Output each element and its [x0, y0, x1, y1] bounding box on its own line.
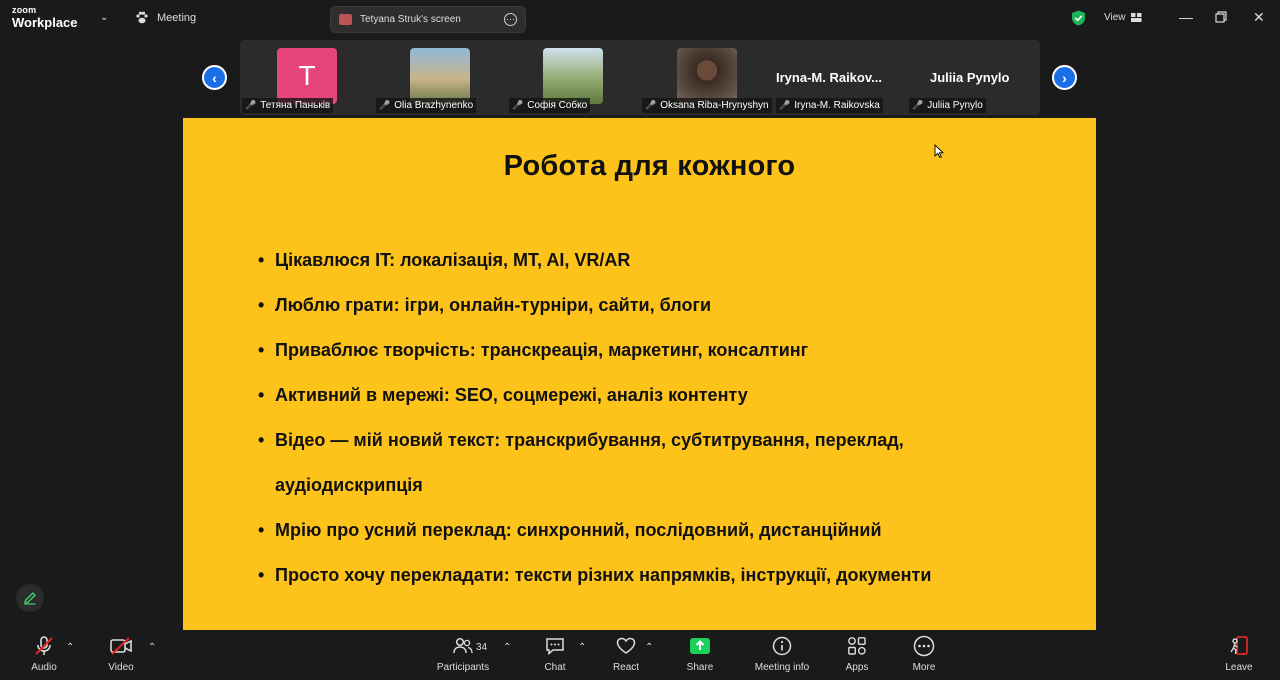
screen-share-banner[interactable]: Tetyana Struk's screen ···	[330, 6, 526, 33]
slide-bullet: Приваблює творчість: транскреація, марке…	[258, 328, 1048, 373]
chat-label: Chat	[544, 662, 566, 673]
logo-line1: zoom	[12, 5, 37, 15]
participant-label: 🎤 Тетяна Паньків	[242, 98, 334, 113]
participants-label: Participants	[436, 662, 490, 673]
participant-gallery: T Iryna-M. Raikov... Juliia Pynylo 🎤 Тет…	[240, 40, 1040, 115]
more-label: More	[912, 662, 936, 673]
participant-video[interactable]	[410, 48, 470, 104]
slide-bullet: Люблю грати: ігри, онлайн-турніри, сайти…	[258, 283, 1048, 328]
shared-slide: Робота для кожного Цікавлюся IT: локаліз…	[183, 118, 1096, 630]
leave-button[interactable]: Leave	[1219, 632, 1259, 680]
participants-count: 34	[476, 642, 488, 653]
meeting-info-button[interactable]: Meeting info	[750, 632, 814, 680]
pencil-icon	[24, 592, 36, 605]
avatar-initial: T	[298, 60, 316, 91]
share-button[interactable]: Share	[680, 632, 720, 680]
audio-label: Audio	[31, 662, 57, 673]
participant-video[interactable]	[677, 48, 737, 104]
participant-label: 🎤 Olia Brazhynenko	[376, 98, 477, 113]
paw-icon	[136, 11, 148, 24]
meeting-menu[interactable]: Meeting	[135, 11, 196, 24]
participant-name: Софія Собко	[527, 100, 588, 111]
participant-label: 🎤 Oksana Riba-Hrynyshyn	[642, 98, 772, 113]
muted-mic-icon: 🎤	[245, 100, 257, 110]
view-label: View	[1104, 12, 1126, 23]
video-off-icon	[110, 637, 132, 655]
share-banner-text: Tetyana Struk's screen	[360, 14, 461, 25]
annotate-button[interactable]	[16, 584, 44, 612]
view-button[interactable]: View	[1104, 12, 1142, 23]
muted-mic-icon: 🎤	[645, 100, 657, 110]
participant-video[interactable]	[543, 48, 603, 104]
more-button[interactable]: More	[904, 632, 944, 680]
screen-share-icon	[339, 14, 352, 25]
more-options-icon[interactable]: ···	[504, 13, 517, 26]
heart-icon	[616, 637, 636, 654]
participant-tile-name[interactable]: Juliia Pynylo	[930, 70, 1009, 85]
meeting-label: Meeting	[157, 11, 197, 24]
participant-avatar-initial[interactable]: T	[277, 48, 337, 104]
participant-name: Juliia Pynylo	[927, 100, 983, 111]
chevron-right-icon: ›	[1062, 69, 1067, 86]
logo-line2: Workplace	[12, 15, 78, 30]
chevron-down-icon[interactable]: ⌄	[100, 12, 108, 23]
video-label: Video	[108, 662, 134, 673]
participant-label: 🎤 Juliia Pynylo	[909, 98, 986, 113]
chat-button[interactable]: Chat	[535, 632, 575, 680]
chat-options-chevron-icon[interactable]: ⌃	[578, 642, 586, 653]
participant-name: Oksana Riba-Hrynyshyn	[660, 100, 769, 111]
react-button[interactable]: React	[606, 632, 646, 680]
video-options-chevron-icon[interactable]: ⌃	[148, 642, 156, 653]
slide-bullet: Просто хочу перекладати: тексти різних н…	[258, 553, 1048, 598]
share-label: Share	[686, 662, 714, 673]
participants-icon	[453, 637, 473, 654]
participant-label: 🎤 Iryna-M. Raikovska	[776, 98, 883, 113]
apps-label: Apps	[845, 662, 869, 673]
more-dots-icon	[913, 635, 935, 657]
chevron-left-icon: ‹	[212, 69, 217, 86]
participant-name: Тетяна Паньків	[260, 100, 331, 111]
react-options-chevron-icon[interactable]: ⌃	[645, 642, 653, 653]
apps-icon	[848, 637, 866, 655]
video-button[interactable]: Video	[101, 632, 141, 680]
slide-title: Робота для кожного	[503, 150, 796, 182]
chat-icon	[546, 638, 564, 655]
participant-label: 🎤 Софія Собко	[509, 98, 591, 113]
participant-name: Iryna-M. Raikovska	[794, 100, 880, 111]
grid-view-icon	[1130, 13, 1141, 22]
participants-options-chevron-icon[interactable]: ⌃	[503, 642, 511, 653]
audio-options-chevron-icon[interactable]: ⌃	[66, 642, 74, 653]
zoom-logo: zoom Workplace	[12, 5, 78, 30]
close-icon[interactable]: ✕	[1253, 9, 1265, 26]
apps-button[interactable]: Apps	[837, 632, 877, 680]
slide-bullet: Мрію про усний переклад: синхронний, пос…	[258, 508, 1048, 553]
leave-label: Leave	[1225, 662, 1253, 673]
participants-button[interactable]: Participants	[433, 632, 493, 680]
leave-door-icon	[1230, 636, 1248, 655]
title-bar: zoom Workplace ⌄ Meeting Tetyana Struk's…	[0, 0, 1280, 38]
mouse-cursor-icon	[934, 144, 944, 158]
muted-mic-icon: 🎤	[779, 100, 791, 110]
shield-check-icon[interactable]	[1071, 10, 1086, 26]
slide-bullet: Цікавлюся IT: локалізація, MT, AI, VR/AR	[258, 238, 1048, 283]
participant-name: Olia Brazhynenko	[394, 100, 474, 111]
info-icon	[772, 636, 792, 656]
meeting-toolbar: Audio ⌃ Video ⌃ Participants 34 ⌃ Chat ⌃…	[0, 632, 1280, 680]
audio-button[interactable]: Audio	[24, 632, 64, 680]
muted-mic-icon: 🎤	[379, 100, 391, 110]
participant-tile-name[interactable]: Iryna-M. Raikov...	[776, 70, 882, 85]
gallery-prev-button[interactable]: ‹	[202, 65, 227, 90]
share-screen-icon	[690, 638, 710, 654]
slide-bullet-list: Цікавлюся IT: локалізація, MT, AI, VR/AR…	[258, 238, 1048, 598]
gallery-next-button[interactable]: ›	[1052, 65, 1077, 90]
restore-icon[interactable]	[1215, 11, 1227, 23]
slide-bullet: Відео — мій новий текст: транскрибування…	[258, 418, 1048, 508]
react-label: React	[612, 662, 640, 673]
slide-bullet: Активний в мережі: SEO, соцмережі, аналі…	[258, 373, 1048, 418]
muted-mic-icon: 🎤	[912, 100, 924, 110]
minimize-icon[interactable]: —	[1179, 9, 1193, 25]
muted-mic-icon: 🎤	[512, 100, 524, 110]
muted-microphone-icon	[35, 636, 53, 655]
meeting-info-label: Meeting info	[754, 662, 810, 673]
